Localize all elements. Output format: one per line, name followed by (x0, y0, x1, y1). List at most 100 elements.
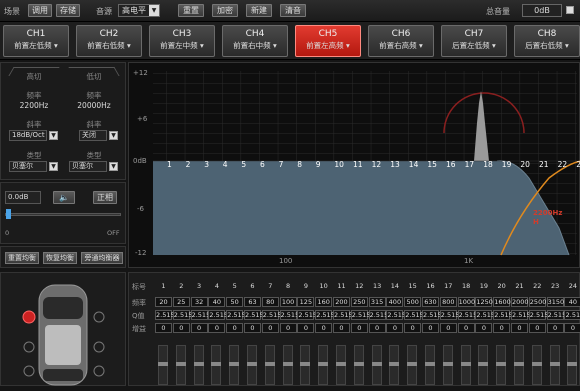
band-number-label[interactable]: 15 (427, 160, 437, 169)
band-number-label[interactable]: 22 (558, 160, 568, 169)
band-gain-field[interactable]: 0 (404, 323, 422, 333)
bypass-eq-button[interactable]: 旁通均衡器 (81, 252, 123, 264)
band-gain-field[interactable]: 0 (279, 323, 297, 333)
band-gain-field[interactable]: 0 (439, 323, 457, 333)
band-freq-field[interactable]: 32 (190, 297, 208, 307)
restore-eq-button[interactable]: 恢复均衡 (43, 252, 77, 264)
band-number-label[interactable]: 7 (279, 160, 284, 169)
chevron-down-icon[interactable]: ▼ (49, 162, 58, 171)
gain-slider-handle[interactable] (6, 209, 11, 219)
band-gain-field[interactable]: 0 (564, 323, 580, 333)
band-freq-field[interactable]: 500 (404, 297, 422, 307)
band-freq-field[interactable]: 250 (350, 297, 368, 307)
band-gain-fader[interactable] (531, 345, 542, 385)
band-gain-field[interactable]: 0 (172, 323, 190, 333)
band-freq-field[interactable]: 100 (279, 297, 297, 307)
band-gain-fader[interactable] (567, 345, 578, 385)
band-freq-field[interactable]: 800 (439, 297, 457, 307)
band-gain-fader[interactable] (158, 345, 168, 385)
band-q-field[interactable]: 2.515 (155, 310, 175, 320)
band-q-field[interactable]: 2.515 (457, 310, 477, 320)
encrypt-button[interactable]: 加密 (212, 4, 238, 17)
hp-type-select[interactable]: 贝塞尔 (9, 161, 47, 172)
band-freq-field[interactable]: 40 (208, 297, 226, 307)
band-q-field[interactable]: 2.515 (511, 310, 531, 320)
band-freq-field[interactable]: 2500 (528, 297, 546, 307)
band-q-field[interactable]: 2.515 (190, 310, 210, 320)
band-freq-field[interactable]: 160 (315, 297, 333, 307)
band-q-field[interactable]: 2.515 (261, 310, 281, 320)
band-number-label[interactable]: 1 (167, 160, 172, 169)
band-number-label[interactable]: 8 (297, 160, 302, 169)
band-gain-field[interactable]: 0 (244, 323, 261, 333)
band-freq-field[interactable]: 1250 (475, 297, 493, 307)
band-number-label[interactable]: 12 (372, 160, 382, 169)
channel-button-5[interactable]: CH5 前置左高频 ▾ (295, 25, 361, 57)
band-gain-fader[interactable] (247, 345, 257, 385)
band-q-field[interactable]: 2.515 (244, 310, 264, 320)
band-gain-fader[interactable] (264, 345, 275, 385)
total-gain-checkbox[interactable] (566, 6, 574, 14)
chevron-down-icon[interactable]: ▼ (49, 131, 58, 140)
band-freq-field[interactable]: 1000 (457, 297, 475, 307)
band-gain-fader[interactable] (442, 345, 453, 385)
band-gain-fader[interactable] (496, 345, 507, 385)
band-number-label[interactable]: 13 (390, 160, 400, 169)
band-q-field[interactable]: 2.515 (297, 310, 317, 320)
band-freq-field[interactable]: 3150 (546, 297, 564, 307)
band-q-field[interactable]: 2.515 (208, 310, 228, 320)
band-number-label[interactable]: 4 (223, 160, 228, 169)
band-q-field[interactable]: 2.515 (172, 310, 192, 320)
band-number-label[interactable]: 17 (465, 160, 475, 169)
lp-freq-value[interactable]: 20000Hz (69, 101, 119, 110)
band-freq-field[interactable]: 20 (155, 297, 172, 307)
band-gain-field[interactable]: 0 (386, 323, 404, 333)
band-number-label[interactable]: 10 (334, 160, 344, 169)
band-q-field[interactable]: 2.515 (226, 310, 246, 320)
band-q-field[interactable]: 2.51 (564, 310, 580, 320)
new-button[interactable]: 新建 (246, 4, 272, 17)
band-gain-field[interactable]: 0 (297, 323, 315, 333)
band-gain-fader[interactable] (175, 345, 186, 385)
band-gain-fader[interactable] (460, 345, 471, 385)
band-number-label[interactable]: 9 (316, 160, 321, 169)
gain-slider-track[interactable] (5, 213, 121, 216)
band-freq-field[interactable]: 63 (244, 297, 261, 307)
channel-button-7[interactable]: CH7 后置左低频 ▾ (441, 25, 507, 57)
hp-freq-value[interactable]: 2200Hz (9, 101, 59, 110)
band-gain-field[interactable]: 0 (368, 323, 386, 333)
band-q-field[interactable]: 2.515 (368, 310, 388, 320)
gain-value-field[interactable]: 0.0dB (5, 191, 41, 204)
band-freq-field[interactable]: 50 (226, 297, 244, 307)
band-gain-fader[interactable] (336, 345, 346, 385)
band-number-label[interactable]: 5 (241, 160, 246, 169)
channel-button-6[interactable]: CH6 前置右高频 ▾ (368, 25, 434, 57)
band-q-field[interactable]: 2.515 (439, 310, 459, 320)
clear-button[interactable]: 清音 (280, 4, 306, 17)
band-gain-field[interactable]: 0 (546, 323, 564, 333)
band-q-field[interactable]: 2.515 (350, 310, 370, 320)
phase-button[interactable]: 正相 (93, 191, 117, 204)
channel-button-8[interactable]: CH8 后置右低频 ▾ (514, 25, 580, 57)
band-q-field[interactable]: 2.515 (386, 310, 406, 320)
channel-button-2[interactable]: CH2 前置右低频 ▾ (76, 25, 142, 57)
band-gain-field[interactable]: 0 (315, 323, 333, 333)
band-gain-field[interactable]: 0 (350, 323, 368, 333)
band-gain-fader[interactable] (318, 345, 329, 385)
band-gain-field[interactable]: 0 (422, 323, 439, 333)
reset-eq-button[interactable]: 重置均衡 (5, 252, 39, 264)
band-freq-field[interactable]: 315 (368, 297, 386, 307)
band-number-label[interactable]: 2 (186, 160, 191, 169)
band-freq-field[interactable]: 200 (333, 297, 350, 307)
band-gain-fader[interactable] (478, 345, 489, 385)
source-select[interactable]: 高电平 ▼ (118, 4, 160, 17)
band-gain-field[interactable]: 0 (155, 323, 172, 333)
eq-curve-graph[interactable]: +12 +6 0dB -6 -12 100 1K 1 2 3 4 5 6 7 8 9 10 11 12… (128, 62, 580, 268)
band-q-field[interactable]: 2.515 (404, 310, 424, 320)
band-number-label[interactable]: 6 (260, 160, 265, 169)
band-gain-fader[interactable] (229, 345, 240, 385)
chevron-down-icon[interactable]: ▼ (109, 131, 118, 140)
band-gain-field[interactable]: 0 (457, 323, 475, 333)
band-gain-fader[interactable] (371, 345, 382, 385)
lp-type-select[interactable]: 贝塞尔 (69, 161, 107, 172)
